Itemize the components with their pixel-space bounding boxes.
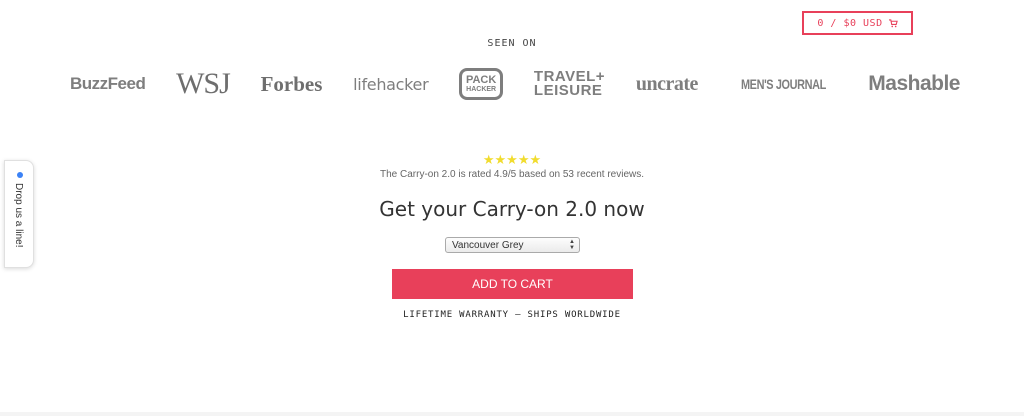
uncrate-logo: uncrate bbox=[635, 72, 699, 95]
travel-leisure-logo: TRAVEL+ LEISURE bbox=[533, 69, 605, 99]
cart-icon bbox=[888, 18, 898, 27]
buzzfeed-logo: BuzzFeed bbox=[70, 74, 146, 93]
select-arrows-icon: ▲ ▼ bbox=[569, 239, 575, 251]
add-to-cart-button[interactable]: ADD TO CART bbox=[392, 269, 633, 299]
packhacker-logo: PACK HACKER bbox=[459, 68, 504, 100]
variant-select[interactable]: Vancouver Grey ▲ ▼ bbox=[445, 237, 580, 253]
cart-label: 0 / $0 USD bbox=[817, 17, 883, 29]
press-logos: BuzzFeed WSJ Forbes lifehacker PACK HACK… bbox=[70, 64, 960, 104]
stars-icon: ★★★★★ bbox=[482, 152, 542, 167]
rating-summary: The Carry-on 2.0 is rated 4.9/5 based on… bbox=[379, 169, 645, 180]
mens-journal-logo: MEN'S JOURNAL bbox=[740, 76, 826, 92]
status-dot-icon bbox=[17, 172, 23, 178]
cart-button[interactable]: 0 / $0 USD bbox=[802, 11, 913, 35]
page-bottom-divider bbox=[0, 412, 1024, 416]
forbes-logo: Forbes bbox=[260, 71, 323, 96]
packhacker-line1: PACK bbox=[465, 74, 497, 86]
feedback-tab[interactable]: Drop us a line! bbox=[4, 160, 34, 268]
seen-on-heading: SEEN ON bbox=[487, 38, 537, 49]
packhacker-line2: HACKER bbox=[466, 86, 497, 93]
variant-selected-value: Vancouver Grey bbox=[452, 239, 524, 251]
star-rating: ★★★★★ bbox=[0, 152, 1024, 168]
product-headline: Get your Carry-on 2.0 now bbox=[379, 197, 645, 221]
wsj-logo: WSJ bbox=[176, 67, 231, 100]
lifehacker-logo: lifehacker bbox=[353, 74, 429, 94]
mashable-logo: Mashable bbox=[868, 72, 960, 95]
feedback-label: Drop us a line! bbox=[13, 183, 24, 248]
warranty-text: LIFETIME WARRANTY — SHIPS WORLDWIDE bbox=[403, 310, 621, 320]
travel-line2: LEISURE bbox=[533, 82, 603, 99]
